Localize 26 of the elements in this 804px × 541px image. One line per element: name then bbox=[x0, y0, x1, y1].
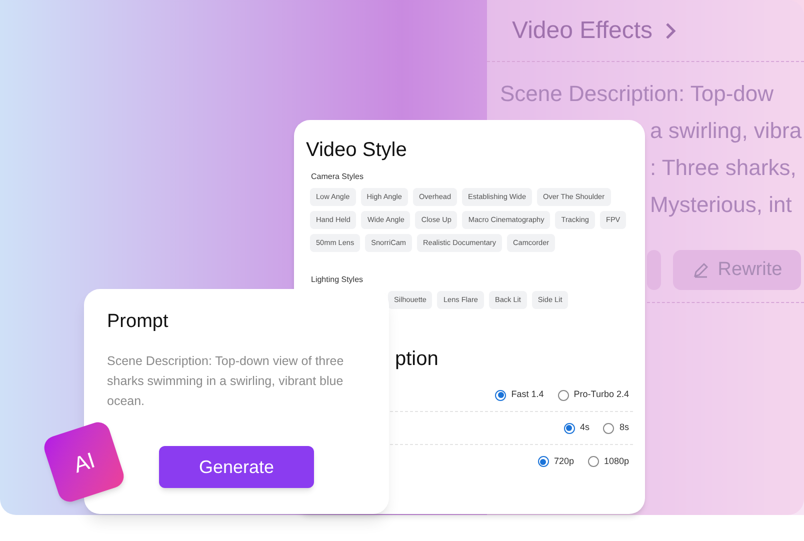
radio-button[interactable] bbox=[495, 390, 506, 400]
radio-button[interactable] bbox=[558, 390, 569, 400]
radio-option[interactable]: 1080p bbox=[588, 454, 629, 468]
section-label: Lighting Styles bbox=[311, 274, 364, 286]
scene-description-line: : Three sharks, bbox=[650, 154, 798, 182]
option-title: ption bbox=[395, 347, 440, 371]
radio-option[interactable]: 720p bbox=[538, 454, 574, 468]
radio-option[interactable]: Fast 1.4 bbox=[495, 388, 544, 402]
card-title: Video Style bbox=[306, 138, 408, 162]
prompt-text: Scene Description: Top-down view of three sharks swimming in a swirling, vibrant blue ocean. bbox=[107, 352, 345, 410]
chevron-right-icon bbox=[664, 22, 677, 40]
generate-button[interactable]: Generate bbox=[159, 446, 314, 488]
scene-description-line: Mysterious, int bbox=[650, 191, 793, 219]
radio-option[interactable]: 8s bbox=[603, 421, 629, 435]
radio-button[interactable] bbox=[564, 422, 575, 434]
panel-title: Video Effects bbox=[512, 16, 653, 46]
radio-option[interactable]: 4s bbox=[564, 421, 590, 435]
scene-description-line: Scene Description: Top-dow bbox=[500, 80, 775, 108]
radio-button[interactable] bbox=[588, 456, 599, 467]
radio-button[interactable] bbox=[603, 422, 614, 434]
section-label: Camera Styles bbox=[311, 171, 364, 183]
radio-option[interactable]: Pro-Turbo 2.4 bbox=[558, 388, 629, 402]
radio-button[interactable] bbox=[538, 456, 549, 467]
scene-description-line: a swirling, vibra bbox=[650, 117, 803, 145]
pencil-icon bbox=[692, 261, 710, 279]
card-title: Prompt bbox=[107, 310, 170, 334]
